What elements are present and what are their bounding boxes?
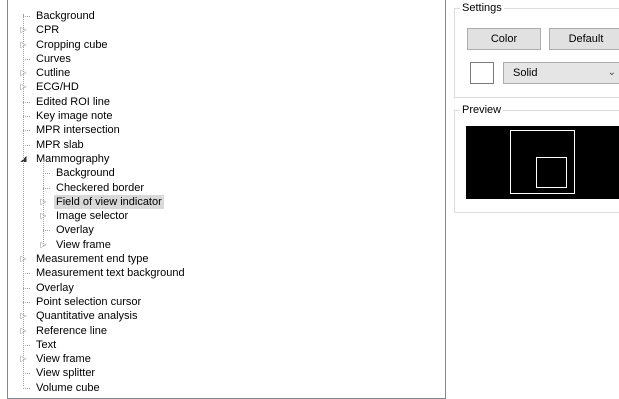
tree-item[interactable]: Background <box>8 9 445 23</box>
tree-connector <box>23 130 30 132</box>
tree-item[interactable]: Curves <box>8 52 445 66</box>
tree-item-label: Overlay <box>56 224 94 237</box>
tree-connector <box>23 387 30 389</box>
tree-item-label: MPR intersection <box>36 124 120 137</box>
tree-connector <box>23 116 30 118</box>
tree-connector <box>23 344 30 346</box>
tree-item-label: Edited ROI line <box>36 95 110 108</box>
tree-item[interactable]: Point selection cursor <box>8 295 445 309</box>
tree-item-label: Key image note <box>36 110 113 123</box>
tree-connector <box>23 16 30 17</box>
tree-item-label: Cutline <box>36 67 71 80</box>
tree-root-connector <box>23 14 24 386</box>
tree-item-label: Cropping cube <box>36 38 108 51</box>
tree-connector <box>43 230 50 232</box>
color-button[interactable]: Color <box>467 28 541 50</box>
tree-item[interactable]: Overlay <box>8 281 445 295</box>
tree-item-label: Checkered border <box>56 181 145 194</box>
tree-item-label: Reference line <box>36 324 107 337</box>
preview-canvas <box>466 126 619 199</box>
tree-item[interactable]: ▷ Measurement end type <box>8 252 445 266</box>
preview-group: Preview <box>454 103 619 213</box>
tree-connector <box>43 173 50 175</box>
tree-item-label: Quantitative analysis <box>36 310 138 323</box>
tree-connector <box>23 273 30 275</box>
tree-item[interactable]: MPR slab <box>8 138 445 152</box>
tree-item-label: Measurement text background <box>36 267 185 280</box>
tree-item[interactable]: Key image note <box>8 109 445 123</box>
tree-item-label: Overlay <box>36 281 74 294</box>
tree-connector <box>23 58 30 60</box>
tree-item-label: Field of view indicator <box>54 194 164 210</box>
tree-item[interactable]: Checkered border <box>8 181 445 195</box>
tree-connector <box>23 373 30 375</box>
preview-field-of-view-indicator <box>536 157 567 188</box>
line-style-select[interactable]: Solid ⌄ <box>503 62 619 84</box>
tree-item[interactable]: Text <box>8 338 445 352</box>
default-button[interactable]: Default <box>549 28 619 50</box>
tree-item-label: Text <box>36 338 57 351</box>
tree-item[interactable]: Background <box>8 166 445 180</box>
tree-rows: Background ▷ CPR ▷ Cropping cube Curves ▷ Cutli… <box>8 0 445 395</box>
tree-item-label: Background <box>36 10 95 22</box>
tree-connector <box>23 101 30 103</box>
tree-connector <box>23 144 30 146</box>
tree-item-label: View splitter <box>36 367 96 380</box>
tree-view[interactable]: Background ▷ CPR ▷ Cropping cube Curves ▷ Cutli… <box>7 0 446 399</box>
tree-item[interactable]: ▷ Cutline <box>8 66 445 80</box>
tree-item[interactable]: ▷ CPR <box>8 23 445 37</box>
settings-group: Settings Color Default Solid ⌄ <box>454 1 619 98</box>
tree-connector <box>23 287 30 289</box>
line-style-value: Solid <box>513 67 538 79</box>
tree-item-label: Background <box>56 167 115 180</box>
tree-item-label: CPR <box>36 24 60 37</box>
tree-item[interactable]: ▷ Image selector <box>8 209 445 223</box>
tree-item-label: Image selector <box>56 210 129 223</box>
tree-item[interactable]: ▷ View frame <box>8 352 445 366</box>
tree-item[interactable]: ▷ Quantitative analysis <box>8 309 445 323</box>
preview-group-title: Preview <box>460 103 504 117</box>
tree-item[interactable]: Edited ROI line <box>8 95 445 109</box>
tree-item[interactable]: Overlay <box>8 223 445 237</box>
tree-item[interactable]: ▷ Cropping cube <box>8 38 445 52</box>
tree-item-label: MPR slab <box>36 138 84 151</box>
tree-item-label: Point selection cursor <box>36 295 142 308</box>
tree-item[interactable]: ▷ Reference line <box>8 324 445 338</box>
settings-group-title: Settings <box>460 1 504 15</box>
color-swatch[interactable] <box>470 62 494 84</box>
tree-item-label: View frame <box>36 353 91 366</box>
tree-connector <box>23 301 30 303</box>
tree-item[interactable]: Volume cube <box>8 381 445 395</box>
tree-item[interactable]: MPR intersection <box>8 123 445 137</box>
tree-item-label: View frame <box>56 238 111 251</box>
tree-item[interactable]: Measurement text background <box>8 266 445 280</box>
tree-child-connector <box>43 160 44 247</box>
tree-item[interactable]: ▷ View frame <box>8 238 445 252</box>
tree-item-label: Curves <box>36 52 71 65</box>
tree-item-label: Measurement end type <box>36 253 149 266</box>
tree-item[interactable]: View splitter <box>8 366 445 380</box>
tree-item-label: Volume cube <box>36 381 100 394</box>
tree-item[interactable]: ▷ Field of view indicator <box>8 194 445 210</box>
tree-item[interactable]: ◢ Mammography <box>8 152 445 166</box>
chevron-down-icon: ⌄ <box>607 67 616 78</box>
tree-item-label: ECG/HD <box>36 81 79 94</box>
tree-item[interactable]: ▷ ECG/HD <box>8 80 445 94</box>
tree-connector <box>43 187 50 189</box>
tree-item-label: Mammography <box>36 152 110 165</box>
